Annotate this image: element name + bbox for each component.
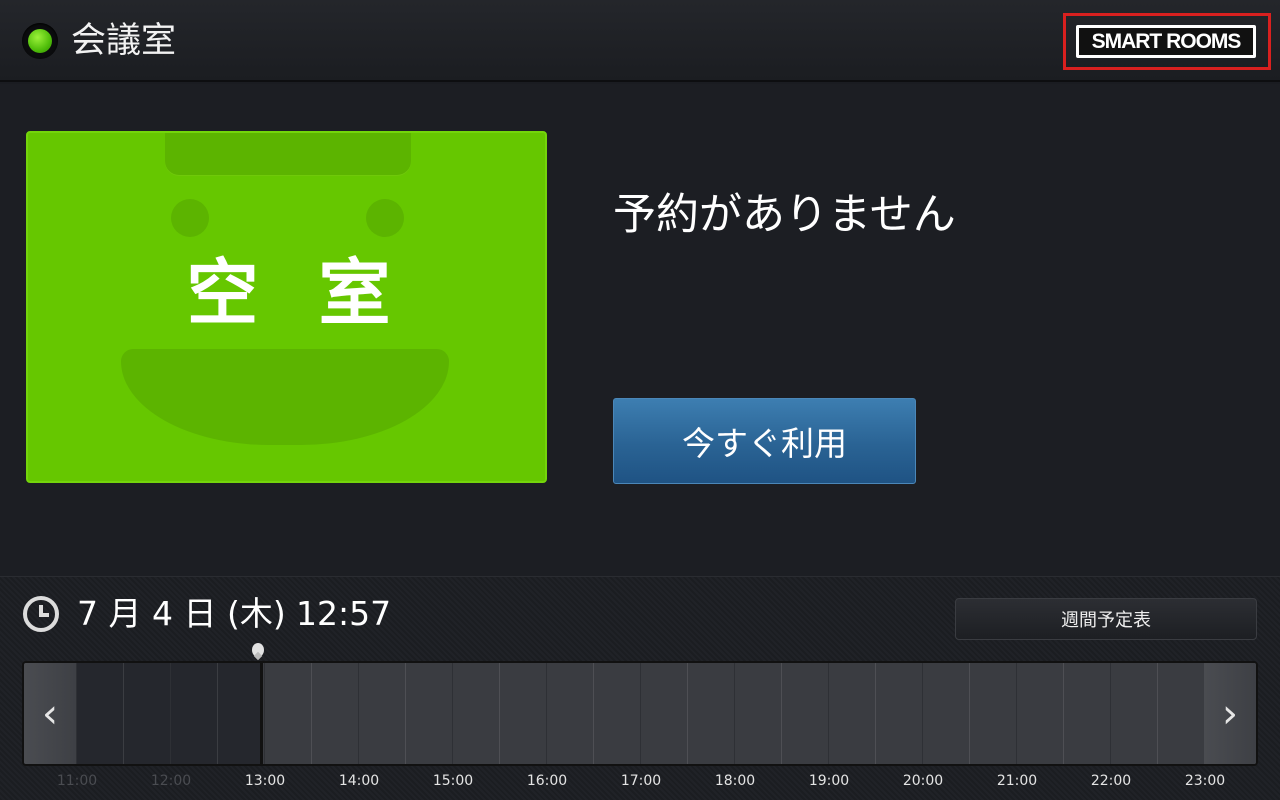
weekly-schedule-button[interactable]: 週間予定表 — [955, 598, 1257, 640]
current-time-line — [260, 663, 263, 764]
current-date: 7 月 4 日 (木) — [77, 594, 286, 633]
timeline-tick-label: 20:00 — [902, 773, 944, 789]
card-left-eye — [171, 199, 209, 237]
timeline-slot-line — [217, 663, 218, 764]
timeline-slot-line — [640, 663, 641, 764]
timeline-slot-line — [170, 663, 171, 764]
timeline-slot-line — [123, 663, 124, 764]
timeline-slot-line — [1110, 663, 1111, 764]
timeline-slot-line — [687, 663, 688, 764]
timeline-tick-label: 16:00 — [526, 773, 568, 789]
card-right-eye — [366, 199, 404, 237]
timeline-tick-label: 15:00 — [432, 773, 474, 789]
vacancy-label: 空室 — [186, 251, 451, 335]
timeline-slot-line — [1157, 663, 1158, 764]
current-time-marker-icon — [252, 643, 264, 657]
timeline-tick-label: 17:00 — [620, 773, 662, 789]
timeline-tick-label: 14:00 — [338, 773, 380, 789]
timeline-tick-label: 23:00 — [1184, 773, 1226, 789]
timeline-slot-line — [358, 663, 359, 764]
timeline-tick-label: 22:00 — [1090, 773, 1132, 789]
timeline-slot-line — [452, 663, 453, 764]
current-time: 12:57 — [296, 594, 392, 633]
smart-rooms-logo: SMART ROOMS — [1076, 25, 1256, 58]
timeline-slot-line — [405, 663, 406, 764]
card-tab — [165, 133, 411, 175]
logo-highlight-box: SMART ROOMS — [1063, 13, 1271, 70]
vacancy-status-card: 空室 — [26, 131, 547, 483]
timeline-slot-line — [546, 663, 547, 764]
timeline-prev-button[interactable]: ‹ — [24, 663, 76, 764]
clock-icon — [23, 596, 59, 632]
timeline-slot-line — [922, 663, 923, 764]
use-now-button[interactable]: 今すぐ利用 — [613, 398, 916, 484]
timeline-next-button[interactable]: › — [1204, 663, 1256, 764]
timeline-slot-line — [734, 663, 735, 764]
no-reservation-message: 予約がありません — [613, 190, 956, 240]
timeline-slot-line — [875, 663, 876, 764]
timeline-tick-label: 13:00 — [244, 773, 286, 789]
timeline-tick-label: 21:00 — [996, 773, 1038, 789]
timeline-slot-line — [781, 663, 782, 764]
timeline-tick-label: 18:00 — [714, 773, 756, 789]
timeline-tick-label: 11:00 — [56, 773, 98, 789]
timeline-slot-line — [76, 663, 77, 764]
timeline-slot-line — [1063, 663, 1064, 764]
chevron-left-icon: ‹ — [42, 690, 58, 737]
timeline-slot-line — [264, 663, 265, 764]
timeline-slot-line — [969, 663, 970, 764]
timeline[interactable]: ‹ › — [22, 661, 1258, 766]
card-mouth — [121, 349, 449, 445]
status-indicator-icon — [22, 23, 58, 59]
timeline-past-region — [76, 663, 261, 764]
timeline-slot-line — [1016, 663, 1017, 764]
chevron-right-icon: › — [1222, 690, 1238, 737]
timeline-slot-line — [311, 663, 312, 764]
timeline-slot-line — [499, 663, 500, 764]
header-bar: 会議室 SMART ROOMS — [0, 0, 1280, 82]
timeline-tick-label: 12:00 — [150, 773, 192, 789]
main-panel: 空室 予約がありません 今すぐ利用 — [0, 84, 1280, 576]
room-name: 会議室 — [71, 21, 177, 61]
logo-text: SMART ROOMS — [1091, 29, 1242, 53]
timeline-tick-label: 19:00 — [808, 773, 850, 789]
timeline-slot-line — [828, 663, 829, 764]
timeline-slot-line — [593, 663, 594, 764]
